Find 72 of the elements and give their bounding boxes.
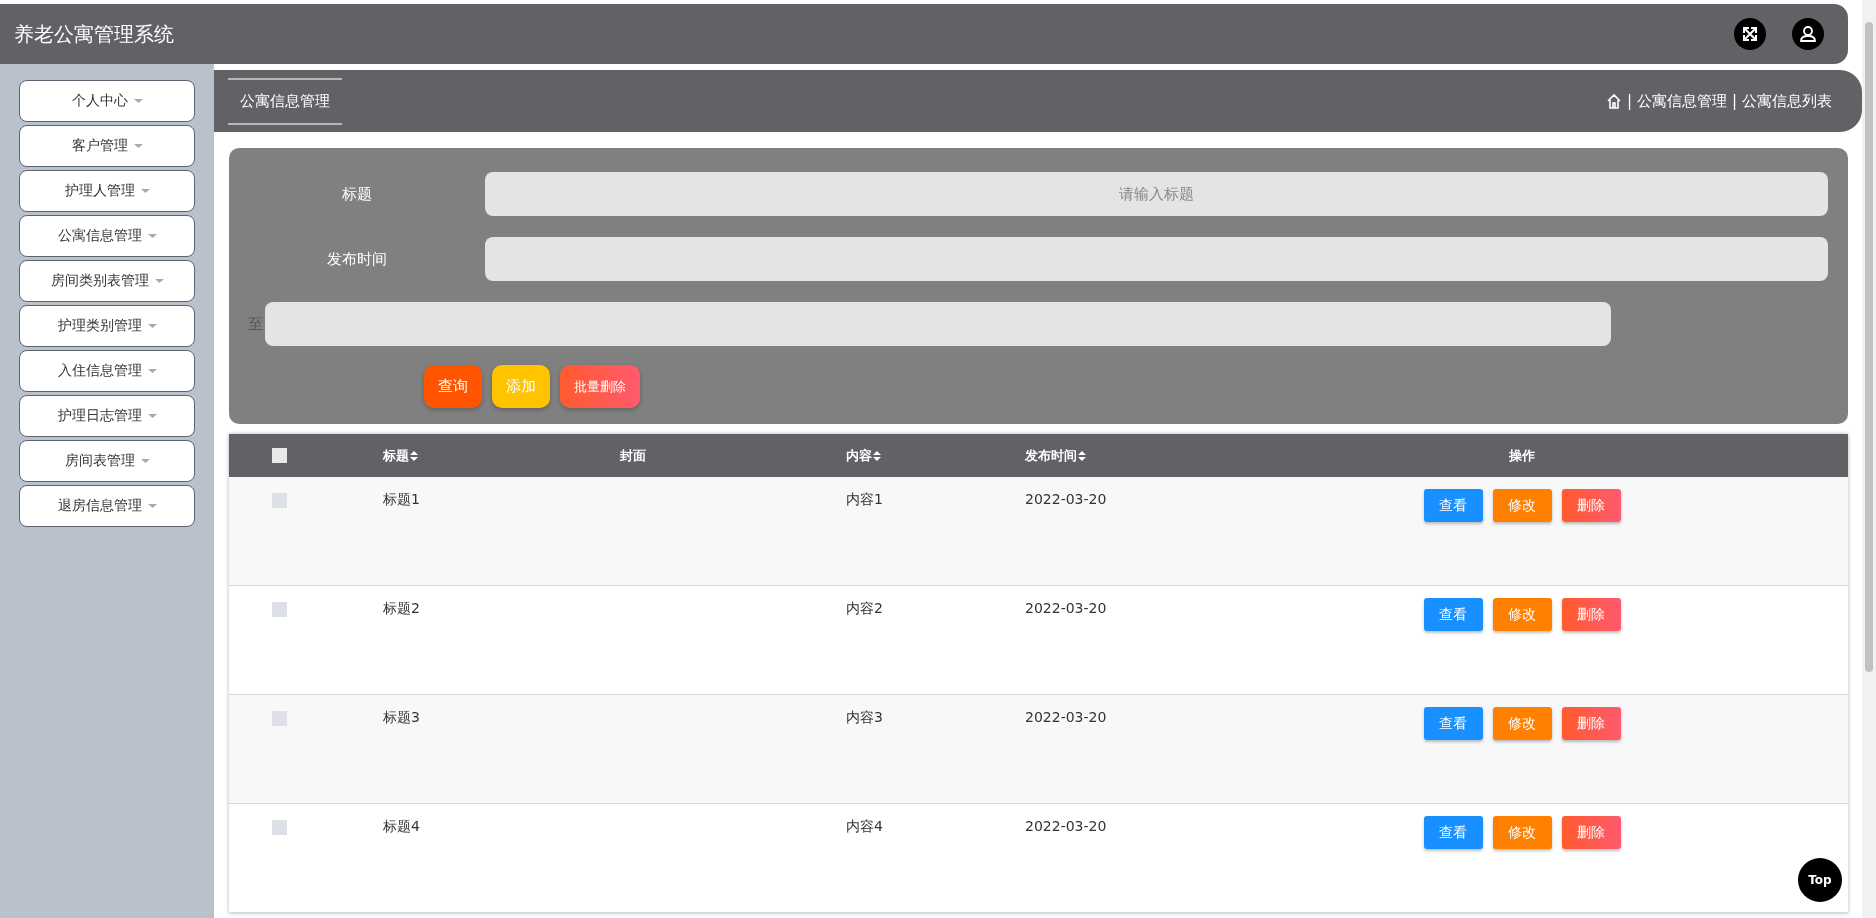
table-cell: 2022-03-20 xyxy=(1025,818,1107,834)
expand-icon xyxy=(1741,25,1759,43)
caret-icon xyxy=(147,324,157,328)
table-cell: 标题1 xyxy=(383,491,420,509)
scrollbar-thumb[interactable] xyxy=(1865,22,1873,672)
column-header[interactable]: 标题 xyxy=(383,446,418,465)
table-cell: 标题4 xyxy=(383,818,420,836)
caret-icon xyxy=(147,234,157,238)
caret-icon xyxy=(133,144,143,148)
sort-icon xyxy=(410,450,418,461)
column-header: 操作 xyxy=(1509,446,1535,465)
breadcrumb-link[interactable]: 公寓信息管理 xyxy=(1636,91,1727,111)
table-cell: 2022-03-20 xyxy=(1025,491,1107,507)
field-label: 标题 xyxy=(341,184,373,204)
column-header: 封面 xyxy=(619,446,646,465)
view-button[interactable]: 查看 xyxy=(1423,707,1483,740)
caret-icon xyxy=(147,504,157,508)
sidebar-item[interactable]: 个人中心 xyxy=(19,80,195,122)
checkbox[interactable] xyxy=(272,711,287,726)
view-button[interactable]: 查看 xyxy=(1423,598,1483,631)
table-cell: 内容3 xyxy=(846,709,883,727)
caret-icon xyxy=(147,369,157,373)
fullscreen-button[interactable] xyxy=(1734,18,1766,50)
table-cell: 2022-03-20 xyxy=(1025,600,1107,616)
table-cell: 内容4 xyxy=(846,818,883,836)
view-button[interactable]: 查看 xyxy=(1423,816,1483,849)
column-header[interactable]: 内容 xyxy=(846,446,881,465)
sidebar-item[interactable]: 客户管理 xyxy=(19,125,195,167)
input-field[interactable] xyxy=(265,302,1611,346)
sidebar-item[interactable]: 房间类别表管理 xyxy=(19,260,195,302)
breadcrumb-separator: | xyxy=(1731,92,1737,110)
column-header[interactable]: 发布时间 xyxy=(1025,446,1086,465)
delete-button[interactable]: 删除 xyxy=(1561,816,1621,849)
delete-button[interactable]: 删除 xyxy=(1561,598,1621,631)
checkbox[interactable] xyxy=(272,820,287,835)
checkbox[interactable] xyxy=(272,448,287,463)
delete-button[interactable]: 删除 xyxy=(1561,707,1621,740)
sort-icon xyxy=(873,450,881,461)
user-icon xyxy=(1799,25,1817,43)
table-cell: 内容2 xyxy=(846,600,883,618)
user-button[interactable] xyxy=(1792,18,1824,50)
caret-icon xyxy=(140,189,150,193)
sidebar-item[interactable]: 护理日志管理 xyxy=(19,395,195,437)
app-title: 养老公寓管理系统 xyxy=(14,20,175,48)
batch-delete-button[interactable]: 批量删除 xyxy=(560,365,640,408)
breadcrumb-separator: | xyxy=(1626,92,1632,110)
query-button[interactable]: 查询 xyxy=(424,365,482,408)
input-field[interactable] xyxy=(485,237,1828,281)
delete-button[interactable]: 删除 xyxy=(1561,489,1621,522)
sidebar-item[interactable]: 公寓信息管理 xyxy=(19,215,195,257)
caret-icon xyxy=(140,459,150,463)
sort-icon xyxy=(1078,450,1086,461)
caret-icon xyxy=(154,279,164,283)
home-icon[interactable] xyxy=(1605,93,1622,109)
checkbox[interactable] xyxy=(272,602,287,617)
field-label: 发布时间 xyxy=(326,249,388,269)
sidebar-item[interactable]: 护理人管理 xyxy=(19,170,195,212)
sidebar-item[interactable]: 退房信息管理 xyxy=(19,485,195,527)
table-cell: 标题2 xyxy=(383,600,420,618)
table-cell: 2022-03-20 xyxy=(1025,709,1107,725)
input-field[interactable]: 请输入标题 xyxy=(485,172,1828,216)
page-tab[interactable]: 公寓信息管理 xyxy=(228,77,342,125)
sidebar-item[interactable]: 入住信息管理 xyxy=(19,350,195,392)
sidebar-item[interactable]: 护理类别管理 xyxy=(19,305,195,347)
table-cell: 标题3 xyxy=(383,709,420,727)
caret-icon xyxy=(133,99,143,103)
caret-icon xyxy=(147,414,157,418)
breadcrumb-link[interactable]: 公寓信息列表 xyxy=(1742,91,1832,111)
table-cell: 内容1 xyxy=(846,491,883,509)
sidebar-item[interactable]: 房间表管理 xyxy=(19,440,195,482)
checkbox[interactable] xyxy=(272,493,287,508)
view-button[interactable]: 查看 xyxy=(1423,489,1483,522)
